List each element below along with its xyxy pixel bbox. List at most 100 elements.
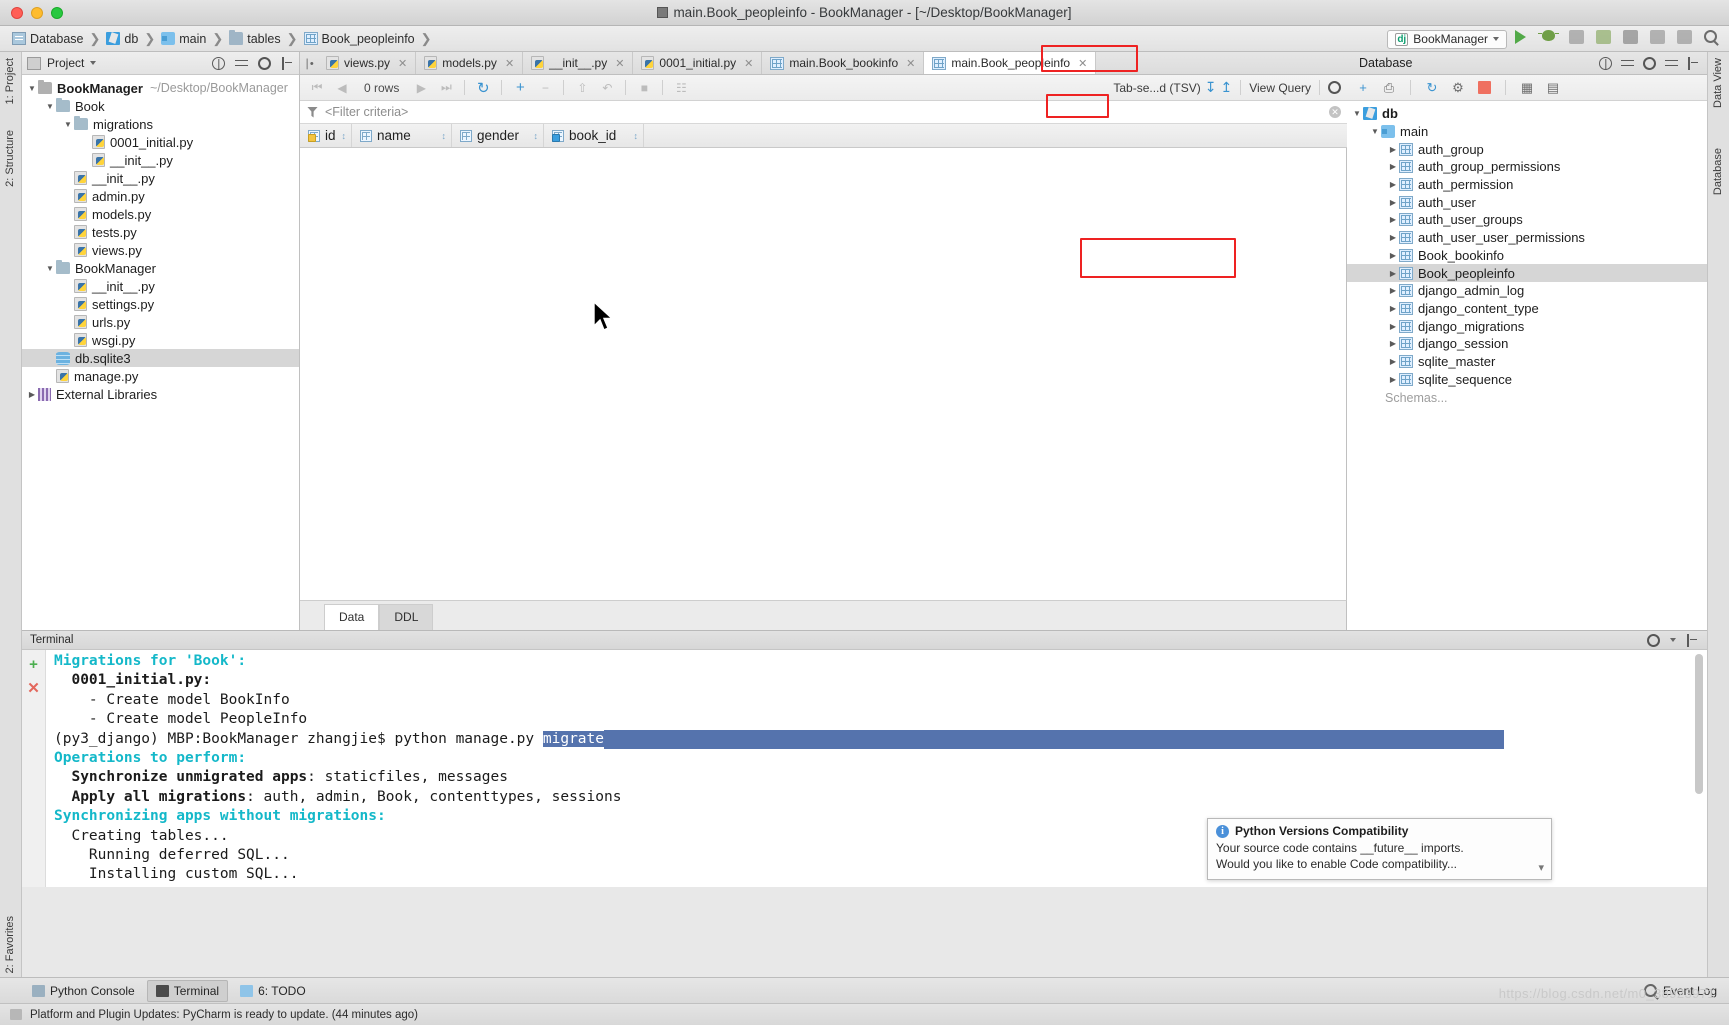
tab-list-icon[interactable]: ∣• bbox=[300, 52, 318, 74]
stop-button[interactable] bbox=[1650, 29, 1669, 49]
project-node-views-py[interactable]: views.py bbox=[22, 241, 299, 259]
tool-button-favorites[interactable]: 2: Favorites bbox=[4, 916, 16, 973]
close-tab-icon[interactable]: ✕ bbox=[1078, 57, 1087, 70]
chevron-down-icon[interactable] bbox=[1670, 638, 1676, 642]
project-node-bookmanager[interactable]: BookManager ~/Desktop/BookManager bbox=[22, 79, 299, 97]
last-page-icon[interactable]: ⏭ bbox=[435, 78, 457, 98]
view-query-button[interactable]: View Query bbox=[1249, 81, 1311, 95]
project-node-wsgi-py[interactable]: wsgi.py bbox=[22, 331, 299, 349]
hide-icon[interactable] bbox=[281, 56, 294, 70]
chevron-down-icon[interactable] bbox=[62, 120, 74, 129]
chevron-right-icon[interactable] bbox=[1387, 251, 1399, 260]
locate-icon[interactable] bbox=[212, 56, 225, 70]
chevron-right-icon[interactable] bbox=[1387, 339, 1399, 348]
sort-indicator-icon[interactable]: ↕ bbox=[634, 131, 639, 141]
run-button[interactable] bbox=[1515, 29, 1534, 49]
tab-todo[interactable]: 6: TODO bbox=[232, 981, 314, 1001]
debug-button[interactable] bbox=[1538, 29, 1561, 49]
db-node-django-migrations[interactable]: django_migrations bbox=[1347, 317, 1707, 335]
close-tab-icon[interactable]: ✕ bbox=[744, 57, 753, 70]
editor-tab-main-book-bookinfo[interactable]: main.Book_bookinfo ✕ bbox=[762, 52, 925, 74]
data-grid-body[interactable] bbox=[300, 148, 1347, 600]
db-node-sqlite-sequence[interactable]: sqlite_sequence bbox=[1347, 370, 1707, 388]
editor-tab-views-py[interactable]: views.py ✕ bbox=[318, 52, 417, 74]
project-node-urls-py[interactable]: urls.py bbox=[22, 313, 299, 331]
delete-row-icon[interactable]: − bbox=[534, 78, 556, 98]
minimize-icon[interactable] bbox=[1665, 57, 1678, 70]
tool-button-project[interactable]: 1: Project bbox=[4, 58, 16, 104]
run-configuration-selector[interactable]: dj BookManager bbox=[1387, 29, 1507, 49]
gear-icon[interactable] bbox=[1647, 633, 1660, 647]
breadcrumb-item-table[interactable]: Book_peopleinfo bbox=[303, 32, 415, 46]
chevron-right-icon[interactable] bbox=[1387, 145, 1399, 154]
close-tab-icon[interactable]: ✕ bbox=[505, 57, 514, 70]
chevron-right-icon[interactable] bbox=[26, 390, 38, 399]
editor-tab-main-book-peopleinfo[interactable]: main.Book_peopleinfo ✕ bbox=[924, 52, 1097, 74]
terminal-scrollbar[interactable] bbox=[1695, 654, 1703, 794]
search-button[interactable] bbox=[1704, 29, 1723, 49]
cancel-icon[interactable]: ■ bbox=[633, 78, 655, 98]
close-tab-icon[interactable]: ✕ bbox=[615, 57, 624, 70]
chevron-down-icon[interactable] bbox=[1351, 109, 1363, 118]
chevron-right-icon[interactable] bbox=[1387, 215, 1399, 224]
import-icon[interactable]: ↧ bbox=[1205, 79, 1217, 96]
chevron-right-icon[interactable] bbox=[1387, 180, 1399, 189]
chevron-right-icon[interactable] bbox=[1387, 198, 1399, 207]
sort-indicator-icon[interactable]: ↕ bbox=[442, 131, 447, 141]
attach-button[interactable] bbox=[1623, 29, 1642, 49]
project-node-manage-py[interactable]: manage.py bbox=[22, 367, 299, 385]
filter-bar[interactable]: <Filter criteria> ✕ bbox=[300, 101, 1347, 124]
window-controls[interactable] bbox=[11, 6, 63, 19]
filter-input[interactable]: <Filter criteria> bbox=[325, 105, 408, 119]
db-node-django-session[interactable]: django_session bbox=[1347, 335, 1707, 353]
settings-icon[interactable] bbox=[1599, 56, 1612, 70]
db-node-main[interactable]: main bbox=[1347, 123, 1707, 141]
project-node-models-py[interactable]: models.py bbox=[22, 205, 299, 223]
chevron-right-icon[interactable] bbox=[1387, 269, 1399, 278]
commit-icon[interactable]: ⇧ bbox=[571, 78, 593, 98]
project-node-migrations[interactable]: migrations bbox=[22, 115, 299, 133]
db-node-auth-user-groups[interactable]: auth_user_groups bbox=[1347, 211, 1707, 229]
column-header-book_id[interactable]: book_id ↕ bbox=[544, 124, 644, 147]
add-row-icon[interactable]: + bbox=[509, 78, 531, 98]
db-node-auth-group-permissions[interactable]: auth_group_permissions bbox=[1347, 158, 1707, 176]
project-node-0001-initial-py[interactable]: 0001_initial.py bbox=[22, 133, 299, 151]
breadcrumb-item-main[interactable]: main bbox=[161, 32, 206, 46]
close-tab-icon[interactable]: ✕ bbox=[398, 57, 407, 70]
db-node-sqlite-master[interactable]: sqlite_master bbox=[1347, 353, 1707, 371]
chevron-right-icon[interactable] bbox=[1387, 322, 1399, 331]
next-page-icon[interactable]: ▶ bbox=[410, 78, 432, 98]
layout-button[interactable] bbox=[1677, 29, 1696, 49]
notification-line-2[interactable]: Would you like to enable Code compatibil… bbox=[1216, 856, 1543, 872]
first-page-icon[interactable]: ⏮ bbox=[306, 78, 328, 98]
project-node--init-py[interactable]: __init__.py bbox=[22, 151, 299, 169]
chevron-right-icon[interactable] bbox=[1387, 304, 1399, 313]
chevron-right-icon[interactable] bbox=[1387, 286, 1399, 295]
collapse-all-icon[interactable] bbox=[235, 57, 248, 70]
export-icon[interactable]: ↥ bbox=[1220, 79, 1232, 96]
tool-button-database[interactable]: Database bbox=[1712, 148, 1724, 195]
project-node-tests-py[interactable]: tests.py bbox=[22, 223, 299, 241]
project-node-settings-py[interactable]: settings.py bbox=[22, 295, 299, 313]
project-node-book[interactable]: Book bbox=[22, 97, 299, 115]
editor-tab--init-py[interactable]: __init__.py ✕ bbox=[523, 52, 634, 74]
chevron-down-icon[interactable] bbox=[90, 61, 97, 65]
new-session-icon[interactable]: + bbox=[22, 656, 45, 673]
db-node-book-peopleinfo[interactable]: Book_peopleinfo bbox=[1347, 264, 1707, 282]
db-node-django-admin-log[interactable]: django_admin_log bbox=[1347, 282, 1707, 300]
breadcrumb-item-database[interactable]: Database bbox=[12, 32, 84, 46]
db-node-auth-group[interactable]: auth_group bbox=[1347, 140, 1707, 158]
collapse-all-icon[interactable] bbox=[1621, 57, 1634, 70]
project-node-admin-py[interactable]: admin.py bbox=[22, 187, 299, 205]
db-node-book-bookinfo[interactable]: Book_bookinfo bbox=[1347, 247, 1707, 265]
maximize-window-button[interactable] bbox=[51, 6, 63, 19]
settings-icon[interactable] bbox=[258, 56, 271, 70]
tab-ddl[interactable]: DDL bbox=[379, 604, 434, 630]
chevron-right-icon[interactable] bbox=[1387, 357, 1399, 366]
project-node-external-libraries[interactable]: External Libraries bbox=[22, 385, 299, 403]
tab-terminal[interactable]: Terminal bbox=[146, 979, 229, 1002]
project-node--init-py[interactable]: __init__.py bbox=[22, 169, 299, 187]
profile-button[interactable] bbox=[1596, 29, 1615, 49]
project-node-db-sqlite3[interactable]: db.sqlite3 bbox=[22, 349, 299, 367]
sort-indicator-icon[interactable]: ↕ bbox=[342, 131, 347, 141]
